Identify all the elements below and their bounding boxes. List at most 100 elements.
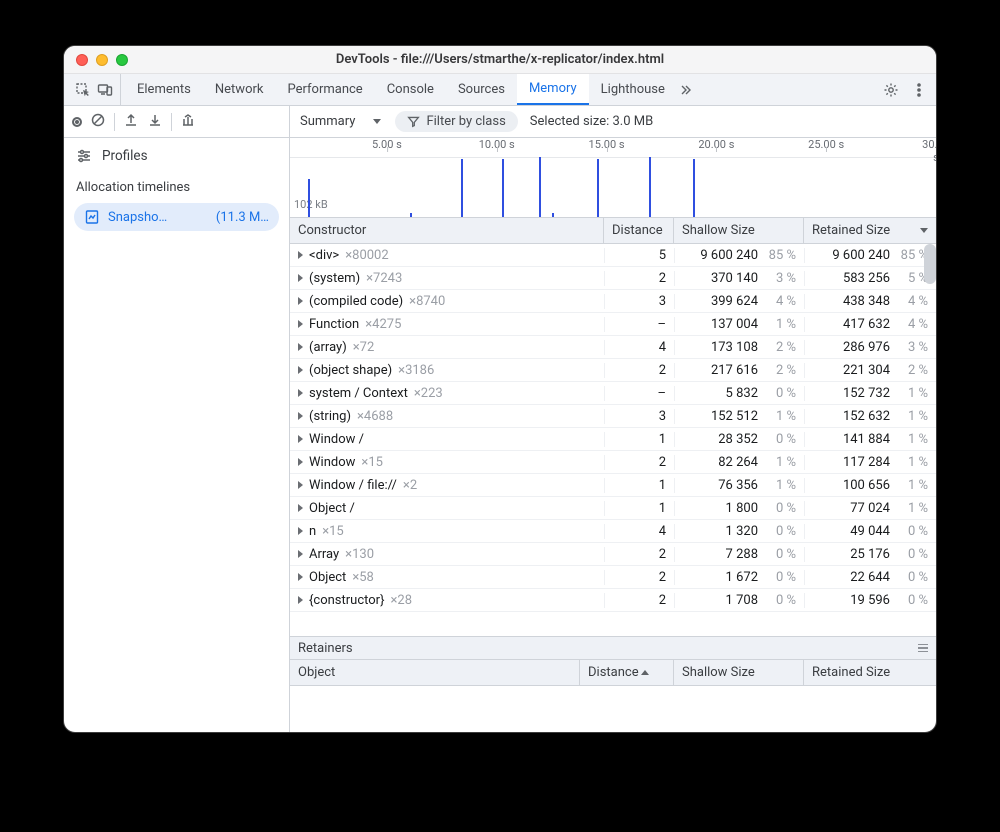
retainers-header[interactable]: Retainers bbox=[290, 636, 936, 660]
scrollbar-thumb[interactable] bbox=[924, 244, 936, 284]
garbage-collect-icon[interactable] bbox=[180, 112, 196, 132]
constructor-name: Function bbox=[309, 317, 359, 332]
table-row[interactable]: Window /128 3520 %141 8841 % bbox=[290, 428, 936, 451]
col-retained-size[interactable]: Retained Size bbox=[804, 218, 936, 243]
allocation-bar[interactable] bbox=[693, 159, 695, 217]
table-row[interactable]: (string) ×46883152 5121 %152 6321 % bbox=[290, 405, 936, 428]
tab-elements[interactable]: Elements bbox=[125, 74, 203, 105]
col-constructor[interactable]: Constructor bbox=[290, 218, 604, 243]
distance-cell: 1 bbox=[604, 501, 674, 516]
table-row[interactable]: Window ×15282 2641 %117 2841 % bbox=[290, 451, 936, 474]
tab-sources[interactable]: Sources bbox=[446, 74, 517, 105]
tab-memory[interactable]: Memory bbox=[517, 74, 589, 105]
retained-size-cell: 286 9763 % bbox=[804, 340, 936, 355]
tab-performance[interactable]: Performance bbox=[276, 74, 375, 105]
expand-triangle-icon[interactable] bbox=[298, 297, 303, 305]
expand-triangle-icon[interactable] bbox=[298, 573, 303, 581]
expand-triangle-icon[interactable] bbox=[298, 458, 303, 466]
maximize-window-button[interactable] bbox=[116, 54, 128, 66]
kebab-menu-icon[interactable] bbox=[910, 81, 928, 99]
close-window-button[interactable] bbox=[76, 54, 88, 66]
allocation-bar[interactable] bbox=[649, 157, 651, 217]
class-filter-input[interactable]: Filter by class bbox=[395, 111, 517, 132]
timeline-tick: 20.00 s bbox=[698, 138, 734, 151]
expand-triangle-icon[interactable] bbox=[298, 435, 303, 443]
view-select[interactable]: Summary bbox=[300, 114, 383, 129]
profiles-header[interactable]: Profiles bbox=[64, 138, 289, 174]
inspect-element-icon[interactable] bbox=[74, 81, 92, 99]
table-row[interactable]: Function ×4275–137 0041 %417 6324 % bbox=[290, 313, 936, 336]
shallow-size-cell: 76 3561 % bbox=[674, 478, 804, 493]
expand-triangle-icon[interactable] bbox=[298, 389, 303, 397]
constructor-name: Object bbox=[309, 570, 346, 585]
expand-triangle-icon[interactable] bbox=[298, 481, 303, 489]
table-row[interactable]: {constructor} ×2821 7080 %19 5960 % bbox=[290, 589, 936, 612]
tab-lighthouse[interactable]: Lighthouse bbox=[589, 74, 677, 105]
expand-triangle-icon[interactable] bbox=[298, 343, 303, 351]
instance-count: ×4688 bbox=[357, 409, 393, 424]
table-row[interactable]: (compiled code) ×87403399 6244 %438 3484… bbox=[290, 290, 936, 313]
table-row[interactable]: system / Context ×223–5 8320 %152 7321 % bbox=[290, 382, 936, 405]
retainers-menu-icon[interactable] bbox=[918, 644, 928, 652]
table-row[interactable]: Window / file:// ×2176 3561 %100 6561 % bbox=[290, 474, 936, 497]
retainers-col-distance[interactable]: Distance bbox=[580, 660, 674, 685]
shallow-size-cell: 173 1082 % bbox=[674, 340, 804, 355]
col-shallow-size[interactable]: Shallow Size bbox=[674, 218, 804, 243]
allocation-bar[interactable] bbox=[461, 159, 463, 217]
record-button[interactable] bbox=[72, 117, 82, 127]
retained-size-cell: 438 3484 % bbox=[804, 294, 936, 309]
expand-triangle-icon[interactable] bbox=[298, 320, 303, 328]
instance-count: ×4275 bbox=[365, 317, 401, 332]
instance-count: ×72 bbox=[353, 340, 375, 355]
retainers-col-object[interactable]: Object bbox=[290, 660, 580, 685]
allocation-bar[interactable] bbox=[410, 213, 412, 217]
upload-icon[interactable] bbox=[123, 112, 139, 132]
table-row[interactable]: (array) ×724173 1082 %286 9763 % bbox=[290, 336, 936, 359]
table-row[interactable]: (object shape) ×31862217 6162 %221 3042 … bbox=[290, 359, 936, 382]
expand-triangle-icon[interactable] bbox=[298, 596, 303, 604]
shallow-size-cell: 1 6720 % bbox=[674, 570, 804, 585]
allocation-bar[interactable] bbox=[502, 159, 504, 217]
memory-toolbar: Summary Filter by class Selected size: 3… bbox=[290, 106, 936, 138]
minimize-window-button[interactable] bbox=[96, 54, 108, 66]
table-row[interactable]: Object /11 8000 %77 0241 % bbox=[290, 497, 936, 520]
retained-size-cell: 22 6440 % bbox=[804, 570, 936, 585]
distance-cell: 3 bbox=[604, 294, 674, 309]
expand-triangle-icon[interactable] bbox=[298, 274, 303, 282]
profiles-label: Profiles bbox=[102, 148, 148, 164]
table-row[interactable]: (system) ×72432370 1403 %583 2565 % bbox=[290, 267, 936, 290]
device-toolbar-icon[interactable] bbox=[96, 81, 114, 99]
col-distance[interactable]: Distance bbox=[604, 218, 674, 243]
snapshot-item[interactable]: Snapsho… (11.3 M… bbox=[74, 203, 279, 231]
expand-triangle-icon[interactable] bbox=[298, 412, 303, 420]
expand-triangle-icon[interactable] bbox=[298, 251, 303, 259]
expand-triangle-icon[interactable] bbox=[298, 504, 303, 512]
table-row[interactable]: Array ×13027 2880 %25 1760 % bbox=[290, 543, 936, 566]
tab-network[interactable]: Network bbox=[203, 74, 276, 105]
retainers-col-shallow[interactable]: Shallow Size bbox=[674, 660, 804, 685]
allocation-bar[interactable] bbox=[308, 179, 310, 217]
allocation-bar[interactable] bbox=[597, 159, 599, 217]
table-row[interactable]: Object ×5821 6720 %22 6440 % bbox=[290, 566, 936, 589]
allocation-timeline[interactable]: 5.00 s10.00 s15.00 s20.00 s25.00 s30.00 … bbox=[290, 138, 936, 218]
window-title: DevTools - file:///Users/stmarthe/x-repl… bbox=[142, 52, 936, 67]
table-row[interactable]: n ×1541 3200 %49 0440 % bbox=[290, 520, 936, 543]
dropdown-triangle-icon bbox=[373, 119, 381, 124]
expand-triangle-icon[interactable] bbox=[298, 366, 303, 374]
sliders-icon bbox=[76, 148, 92, 164]
constructor-name: Object / bbox=[309, 501, 355, 516]
shallow-size-cell: 1 7080 % bbox=[674, 593, 804, 608]
table-row[interactable]: <div> ×8000259 600 24085 %9 600 24085 % bbox=[290, 244, 936, 267]
clear-button[interactable] bbox=[90, 112, 106, 132]
tab-console[interactable]: Console bbox=[375, 74, 446, 105]
retainers-col-retained[interactable]: Retained Size bbox=[804, 660, 936, 685]
expand-triangle-icon[interactable] bbox=[298, 550, 303, 558]
download-icon[interactable] bbox=[147, 112, 163, 132]
more-tabs-icon[interactable] bbox=[677, 81, 695, 99]
constructor-name: Window / bbox=[309, 432, 364, 447]
settings-gear-icon[interactable] bbox=[882, 81, 900, 99]
constructor-name: (object shape) bbox=[309, 363, 392, 378]
allocation-bar[interactable] bbox=[539, 157, 541, 217]
allocation-bar[interactable] bbox=[552, 213, 554, 217]
expand-triangle-icon[interactable] bbox=[298, 527, 303, 535]
